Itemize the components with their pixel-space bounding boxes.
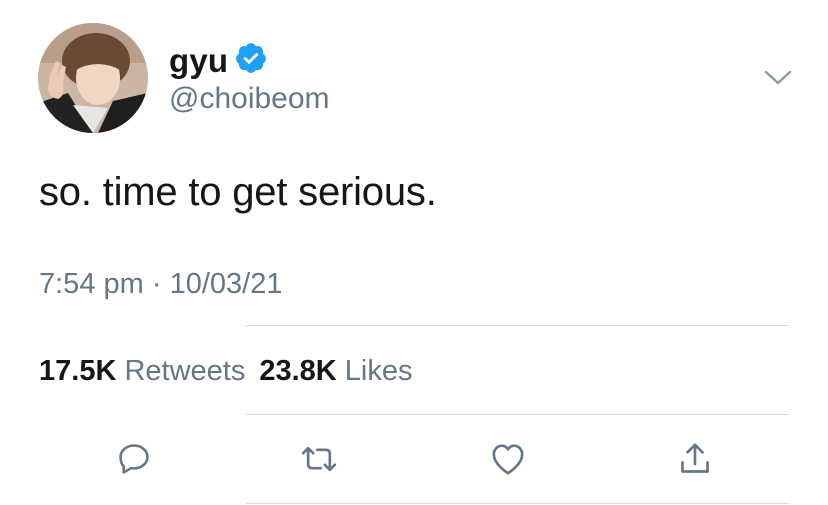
divider (246, 414, 789, 415)
share-icon (675, 439, 715, 479)
tweet-stats: 17.5K Retweets 23.8K Likes (39, 355, 413, 388)
divider (246, 503, 789, 504)
share-button[interactable] (674, 438, 716, 480)
retweet-button[interactable] (298, 438, 340, 480)
likes-stat[interactable]: 23.8K Likes (259, 355, 412, 387)
divider (246, 325, 789, 326)
retweet-icon (299, 439, 339, 479)
reply-icon (115, 440, 153, 478)
meta-separator: · (151, 268, 162, 300)
chevron-down-icon[interactable] (763, 68, 793, 88)
verified-badge-icon (234, 41, 268, 75)
tweet-timestamp[interactable]: 7:54 pm · 10/03/21 (39, 268, 282, 301)
tweet-date: 10/03/21 (169, 268, 283, 300)
user-handle[interactable]: @choibeom (169, 82, 330, 116)
avatar[interactable] (38, 23, 148, 133)
heart-icon (488, 439, 528, 479)
retweets-count: 17.5K (39, 355, 117, 387)
likes-label: Likes (344, 355, 413, 387)
like-button[interactable] (487, 438, 529, 480)
reply-button[interactable] (113, 438, 155, 480)
likes-count: 23.8K (259, 355, 337, 387)
tweet-time: 7:54 pm (39, 268, 144, 300)
retweets-stat[interactable]: 17.5K Retweets (39, 355, 245, 387)
tweet-text: so. time to get serious. (39, 170, 437, 214)
display-name[interactable]: gyu (169, 42, 228, 80)
retweets-label: Retweets (124, 355, 246, 387)
action-bar (0, 438, 828, 480)
